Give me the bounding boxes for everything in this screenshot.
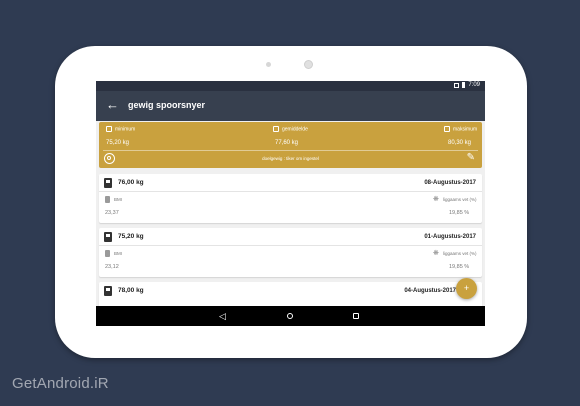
body-fat-label: liggaams vet (%) [443,251,477,256]
scale-icon [104,178,112,188]
nav-back-icon[interactable]: ◁ [219,310,226,322]
bmi-value: 23,12 [105,264,119,270]
watermark-text: GetAndroid.iR [12,375,109,392]
entry-weight: 76,00 kg [118,179,144,186]
average-label: gemiddelde [282,126,308,133]
scale-icon [106,126,112,132]
tablet-sensor [266,62,271,67]
battery-icon [462,82,466,88]
body-fat-icon: ❋ [433,250,439,257]
status-bar: 7:09 [96,81,485,91]
bmi-icon [105,196,110,203]
entry-date: 08-Augustus-2017 [424,180,476,186]
add-entry-button[interactable]: + [456,278,477,299]
body-fat-icon: ❋ [433,196,439,203]
maximum-label: maksimum [453,126,478,133]
body-fat-label: liggaams vet (%) [443,197,477,202]
android-nav-bar: ◁ [96,306,485,326]
body-fat-value: 19,85 % [449,264,470,270]
nav-recents-icon[interactable] [353,313,359,319]
tablet-camera [304,60,313,69]
bmi-value: 23,37 [105,210,119,216]
bmi-icon [105,250,110,257]
card-divider [99,245,482,246]
weight-entry-card[interactable]: 75,20 kg 01-Augustus-2017 BMI 23,12 ❋ li… [99,228,482,277]
weight-entry-card[interactable]: 76,00 kg 08-Augustus-2017 BMI 23,37 ❋ li… [99,174,482,223]
scale-icon [273,126,279,132]
average-value: 77,60 kg [275,140,299,146]
scale-icon [104,232,112,242]
bmi-label: BMI [114,197,123,202]
sim-icon [454,82,460,88]
average-stat: gemiddelde [273,126,308,132]
maximum-stat: maksimum [444,126,477,132]
entry-weight: 78,00 kg [118,287,144,294]
page-title: gewig spoorsnyer [128,100,206,110]
bmi-label: BMI [114,251,123,256]
card-divider [99,191,482,192]
arrow-left-icon[interactable]: ← [106,98,119,112]
status-time: 7:09 [468,82,480,88]
summary-divider [103,150,478,151]
scale-icon [104,286,112,296]
minimum-value: 75,20 kg [106,140,130,146]
goal-weight-text[interactable]: doelgewig : tiker om ingestel [99,156,482,161]
entry-weight: 75,20 kg [118,233,144,240]
app-bar: ← gewig spoorsnyer [96,91,485,121]
app-screen: 7:09 ← gewig spoorsnyer minimum gemiddel… [96,81,485,326]
summary-card: minimum gemiddelde maksimum 75,20 kg 77,… [99,122,482,168]
minimum-label: minimum [115,126,136,133]
maximum-value: 80,30 kg [448,140,472,146]
pencil-icon[interactable]: ✎ [467,153,475,163]
entry-date: 04-Augustus-2017 [404,288,456,294]
entry-date: 01-Augustus-2017 [424,234,476,240]
scale-icon [444,126,450,132]
minimum-stat: minimum [106,126,135,132]
nav-home-icon[interactable] [287,313,293,319]
body-fat-value: 19,85 % [449,210,470,216]
